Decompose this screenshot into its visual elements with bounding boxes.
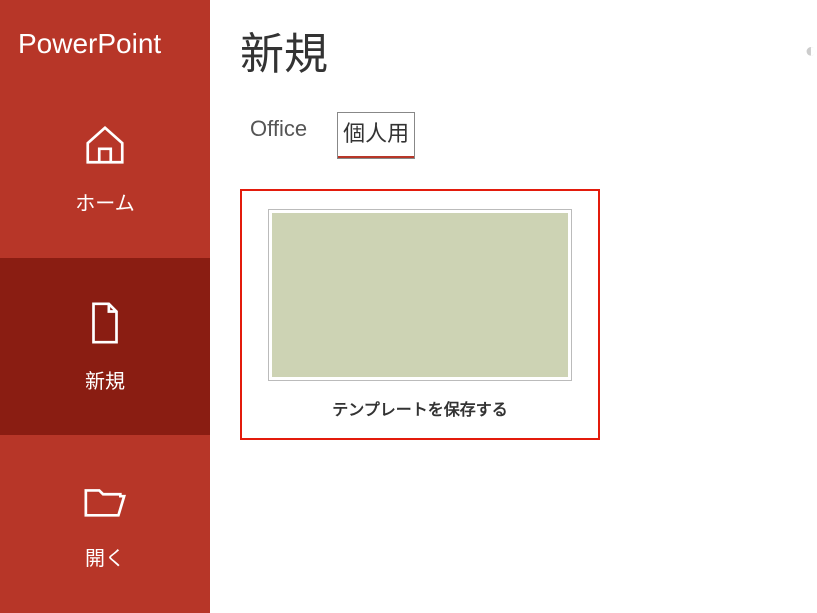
page-title: 新規 [240,18,787,82]
file-icon [82,300,128,351]
tab-personal[interactable]: 個人用 [337,112,415,159]
sidebar: PowerPoint ホーム 新規 開く [0,0,210,613]
sidebar-item-home[interactable]: ホーム [0,80,210,258]
template-highlight: テンプレートを保存する [240,189,600,440]
template-thumbnail [268,209,572,381]
sidebar-item-new[interactable]: 新規 [0,258,210,436]
main-content: 新規 Office 個人用 テンプレートを保存する ◐ [210,0,817,613]
tabs: Office 個人用 [240,112,787,159]
tab-office[interactable]: Office [246,112,311,159]
sidebar-item-label: ホーム [75,187,134,216]
home-icon [82,122,128,173]
sidebar-item-label: 開く [85,542,125,571]
template-label: テンプレートを保存する [332,396,508,420]
sidebar-item-label: 新規 [85,365,125,394]
folder-open-icon [82,477,128,528]
template-card[interactable]: テンプレートを保存する [260,209,580,420]
app-title: PowerPoint [0,0,210,80]
sidebar-item-open[interactable]: 開く [0,435,210,613]
help-icon[interactable]: ◐ [805,40,817,63]
